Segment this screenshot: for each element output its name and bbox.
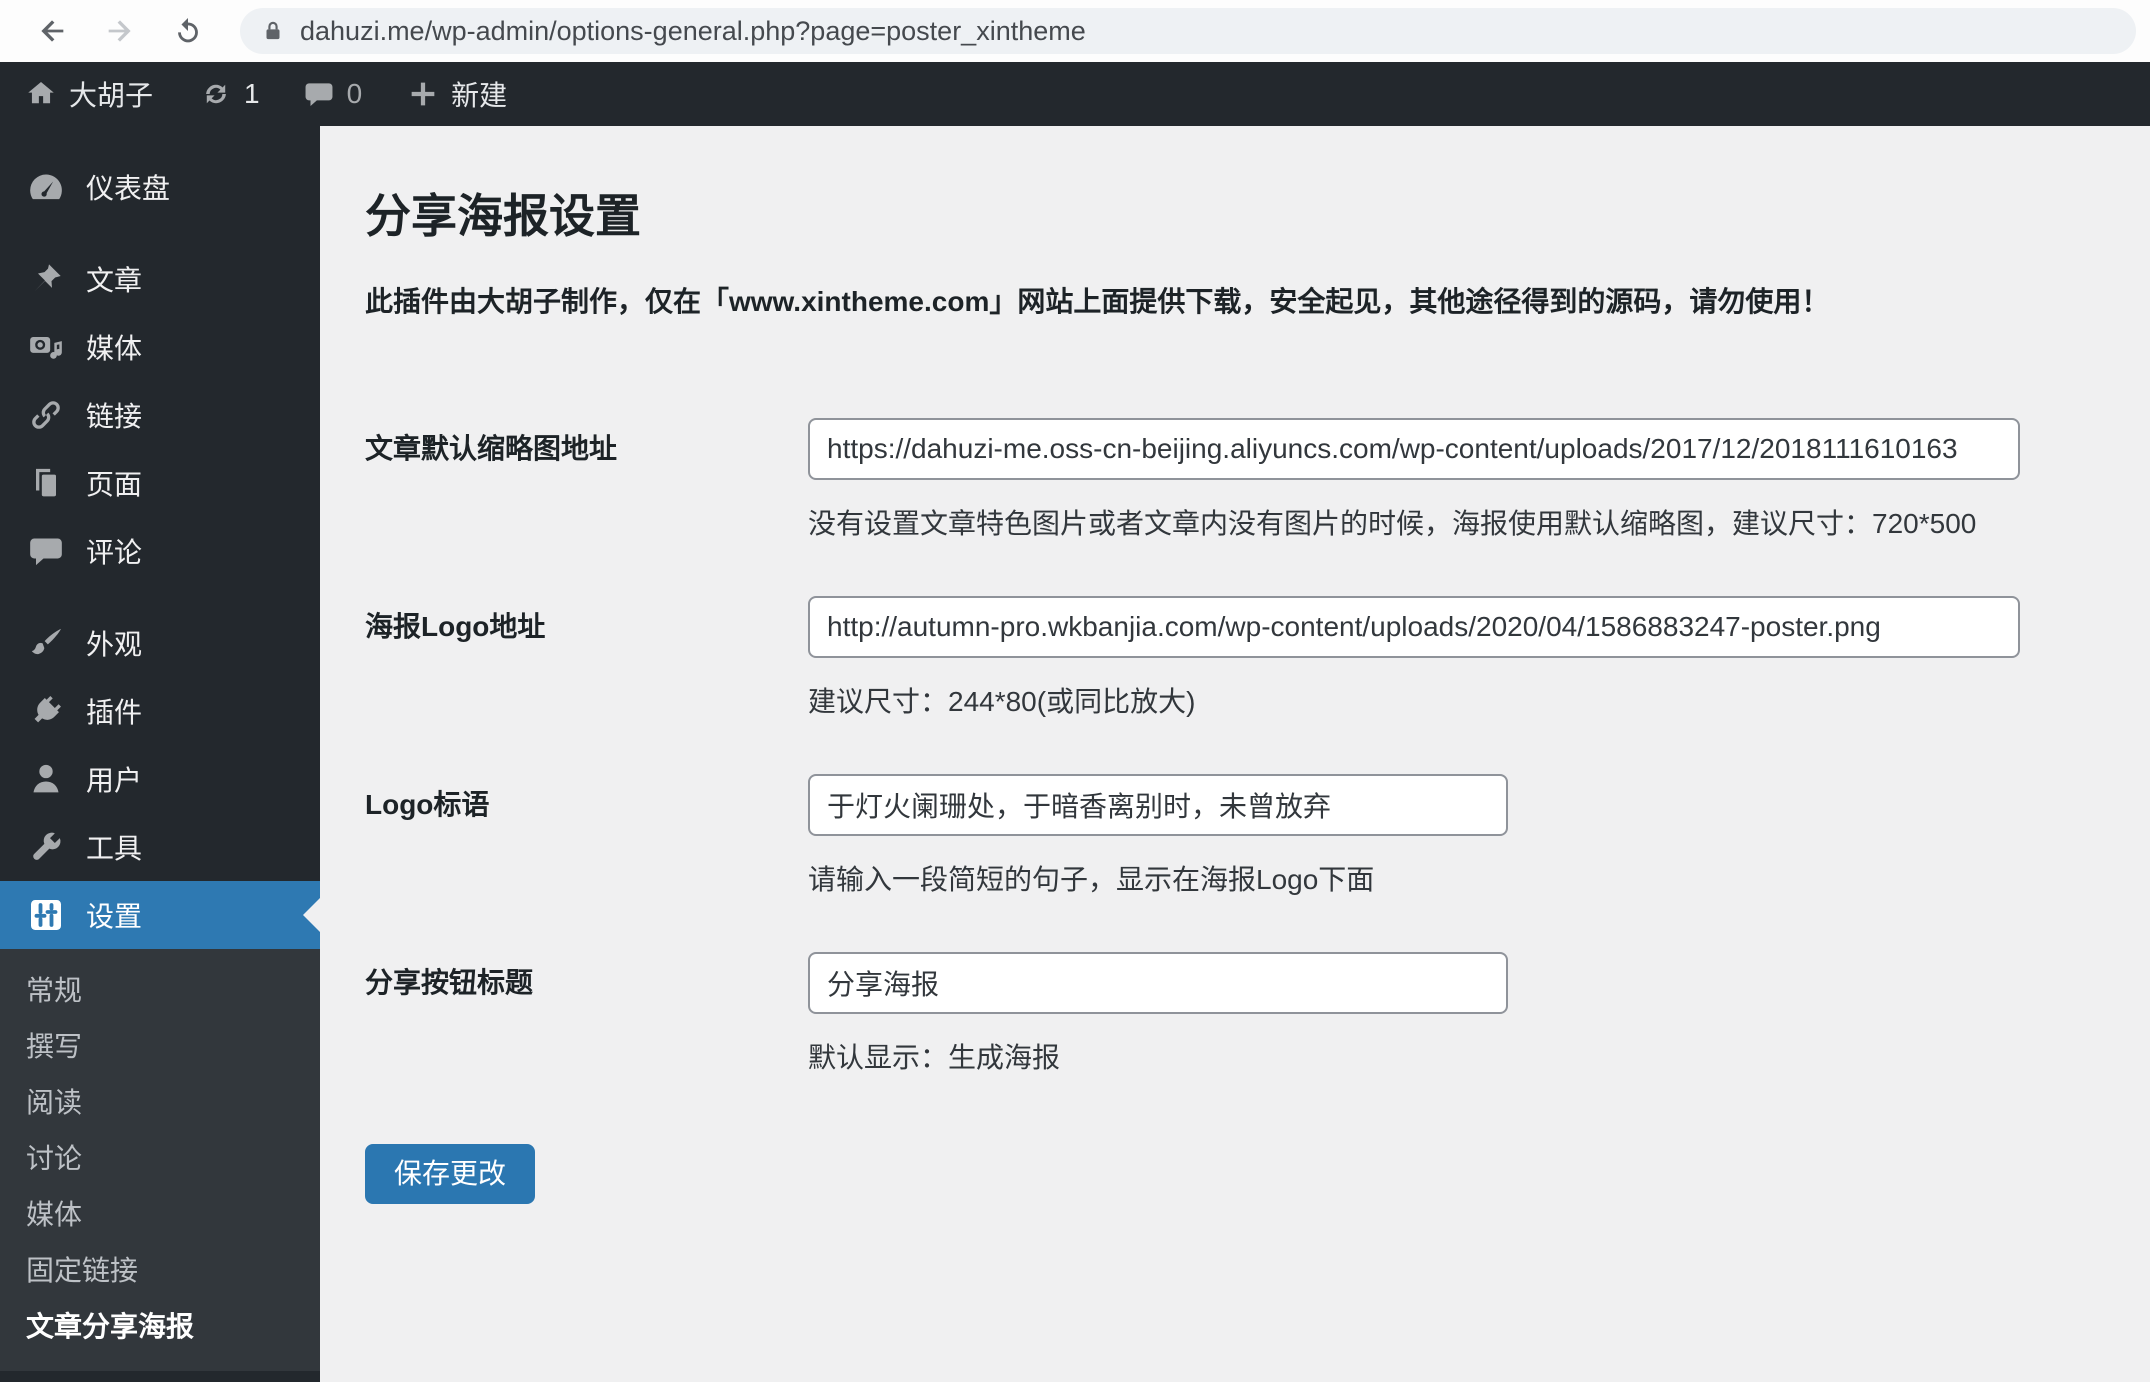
form-row-share-button-title: 分享按钮标题 默认显示：生成海报 bbox=[365, 952, 2150, 1076]
sidebar-item-plugins[interactable]: 插件 bbox=[0, 677, 320, 745]
new-label: 新建 bbox=[451, 80, 508, 111]
submenu-item-general[interactable]: 常规 bbox=[0, 963, 320, 1019]
form-row-logo-slogan: Logo标语 请输入一段简短的句子，显示在海报Logo下面 bbox=[365, 774, 2150, 898]
field-help: 请输入一段简短的句子，显示在海报Logo下面 bbox=[808, 864, 1375, 895]
sidebar-item-label: 设置 bbox=[86, 901, 143, 932]
field-label: 海报Logo地址 bbox=[365, 611, 546, 642]
sidebar-item-users[interactable]: 用户 bbox=[0, 745, 320, 813]
pages-icon bbox=[36, 468, 56, 497]
wp-admin-bar: 大胡子 1 0 新建 bbox=[0, 62, 2150, 126]
submenu-item-share-poster[interactable]: 文章分享海报 bbox=[0, 1299, 320, 1355]
field-help: 没有设置文章特色图片或者文章内没有图片的时候，海报使用默认缩略图，建议尺寸：72… bbox=[808, 508, 1977, 539]
sidebar-item-posts[interactable]: 文章 bbox=[0, 245, 320, 313]
sidebar-item-tools[interactable]: 工具 bbox=[0, 813, 320, 881]
sidebar-item-label: 页面 bbox=[86, 469, 143, 500]
browser-reload-button[interactable] bbox=[166, 9, 210, 53]
sidebar-item-label: 链接 bbox=[86, 401, 143, 432]
submenu-item-reading[interactable]: 阅读 bbox=[0, 1075, 320, 1131]
lock-icon bbox=[266, 21, 280, 40]
sidebar-item-label: 用户 bbox=[86, 765, 143, 796]
sidebar-item-label: 仪表盘 bbox=[86, 173, 171, 204]
site-name: 大胡子 bbox=[69, 80, 154, 111]
sidebar-item-media[interactable]: 媒体 bbox=[0, 313, 320, 381]
field-help: 默认显示：生成海报 bbox=[808, 1042, 1061, 1073]
users-person-icon bbox=[33, 764, 59, 793]
browser-toolbar: dahuzi.me/wp-admin/options-general.php?p… bbox=[0, 0, 2150, 62]
sidebar-item-comments[interactable]: 评论 bbox=[0, 517, 320, 585]
form-row-poster-logo: 海报Logo地址 建议尺寸：244*80(或同比放大) bbox=[365, 596, 2150, 720]
sidebar-item-appearance[interactable]: 外观 bbox=[0, 609, 320, 677]
plugins-plug-icon bbox=[34, 696, 61, 723]
field-help: 建议尺寸：244*80(或同比放大) bbox=[808, 686, 1196, 717]
submenu-item-permalinks[interactable]: 固定链接 bbox=[0, 1243, 320, 1299]
sidebar-item-settings[interactable]: 设置 bbox=[0, 881, 320, 949]
address-bar[interactable]: dahuzi.me/wp-admin/options-general.php?p… bbox=[240, 8, 2136, 54]
sidebar-item-label: 媒体 bbox=[86, 333, 143, 364]
url-text: dahuzi.me/wp-admin/options-general.php?p… bbox=[300, 15, 1086, 46]
field-label: Logo标语 bbox=[365, 789, 490, 820]
submenu-item-writing[interactable]: 撰写 bbox=[0, 1019, 320, 1075]
forward-arrow-icon bbox=[108, 20, 131, 42]
sidebar-item-label: 评论 bbox=[86, 537, 143, 568]
reload-icon bbox=[178, 17, 198, 43]
tools-wrench-icon bbox=[33, 832, 61, 860]
sidebar-item-label: 插件 bbox=[86, 697, 143, 728]
submenu-item-discussion[interactable]: 讨论 bbox=[0, 1131, 320, 1187]
appearance-brush-icon bbox=[31, 628, 61, 655]
default-thumbnail-url-input[interactable] bbox=[808, 418, 2020, 480]
admin-sidebar-menu: 仪表盘 文章 媒体 链接 页面 评论 外观 插件 用户 工具 设置 常规 撰写 … bbox=[0, 126, 320, 1382]
adminbar-updates[interactable]: 1 bbox=[199, 77, 260, 111]
field-label: 文章默认缩略图地址 bbox=[365, 433, 618, 464]
update-icon bbox=[206, 84, 226, 104]
plugin-notice: 此插件由大胡子制作，仅在「www.xintheme.com」网站上面提供下载，安… bbox=[365, 286, 1830, 317]
submenu-item-media[interactable]: 媒体 bbox=[0, 1187, 320, 1243]
settings-submenu: 常规 撰写 阅读 讨论 媒体 固定链接 文章分享海报 bbox=[0, 949, 320, 1371]
browser-forward-button[interactable] bbox=[98, 9, 142, 53]
logo-slogan-input[interactable] bbox=[808, 774, 1508, 836]
sidebar-item-label: 外观 bbox=[86, 629, 143, 660]
poster-logo-url-input[interactable] bbox=[808, 596, 2020, 658]
page-title: 分享海报设置 bbox=[365, 190, 641, 242]
comment-bubble-icon bbox=[305, 83, 333, 107]
comment-count: 0 bbox=[346, 78, 363, 109]
adminbar-comments[interactable]: 0 bbox=[302, 77, 363, 111]
settings-form: 文章默认缩略图地址 没有设置文章特色图片或者文章内没有图片的时候，海报使用默认缩… bbox=[365, 418, 2150, 1204]
home-icon bbox=[28, 81, 54, 104]
share-button-title-input[interactable] bbox=[808, 952, 1508, 1014]
posts-pin-icon bbox=[34, 264, 61, 292]
adminbar-new-content[interactable]: 新建 bbox=[406, 74, 507, 114]
sidebar-item-label: 工具 bbox=[86, 833, 143, 864]
adminbar-site-menu[interactable]: 大胡子 bbox=[24, 74, 153, 114]
dashboard-icon bbox=[30, 174, 62, 200]
field-label: 分享按钮标题 bbox=[365, 967, 534, 998]
settings-sliders-icon bbox=[31, 900, 61, 930]
browser-back-button[interactable] bbox=[30, 9, 74, 53]
plus-icon bbox=[411, 82, 435, 106]
save-changes-button[interactable]: 保存更改 bbox=[365, 1144, 536, 1204]
back-arrow-icon bbox=[41, 20, 64, 42]
form-row-default-thumbnail: 文章默认缩略图地址 没有设置文章特色图片或者文章内没有图片的时候，海报使用默认缩… bbox=[365, 418, 2150, 542]
links-chain-icon bbox=[32, 401, 60, 429]
media-camera-icon bbox=[30, 337, 62, 359]
sidebar-item-dashboard[interactable]: 仪表盘 bbox=[0, 153, 320, 221]
sidebar-item-links[interactable]: 链接 bbox=[0, 381, 320, 449]
comments-bubble-icon bbox=[30, 538, 62, 566]
sidebar-item-label: 文章 bbox=[86, 265, 143, 296]
settings-page: 分享海报设置 此插件由大胡子制作，仅在「www.xintheme.com」网站上… bbox=[320, 126, 2150, 1382]
sidebar-item-pages[interactable]: 页面 bbox=[0, 449, 320, 517]
update-count: 1 bbox=[244, 78, 260, 109]
